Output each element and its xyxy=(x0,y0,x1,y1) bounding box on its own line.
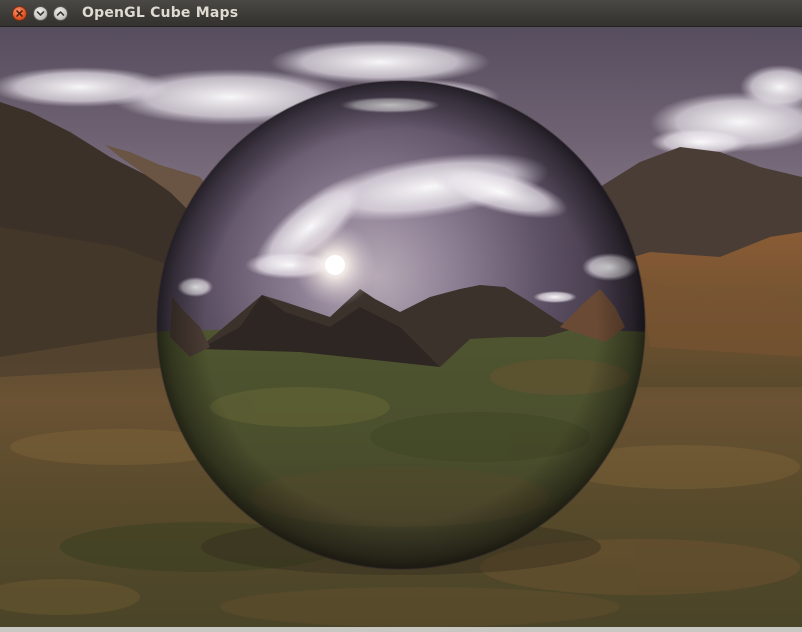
app-window: OpenGL Cube Maps xyxy=(0,0,802,632)
window-bottom-edge xyxy=(0,627,802,632)
chevron-up-icon xyxy=(56,11,65,16)
close-icon xyxy=(16,10,23,17)
close-button[interactable] xyxy=(12,6,27,21)
minimize-button[interactable] xyxy=(33,6,48,21)
chevron-down-icon xyxy=(36,11,45,16)
cube-map-scene xyxy=(0,27,802,627)
window-title: OpenGL Cube Maps xyxy=(82,5,239,21)
maximize-button[interactable] xyxy=(53,6,68,21)
title-bar[interactable]: OpenGL Cube Maps xyxy=(0,0,802,27)
opengl-viewport[interactable] xyxy=(0,27,802,627)
